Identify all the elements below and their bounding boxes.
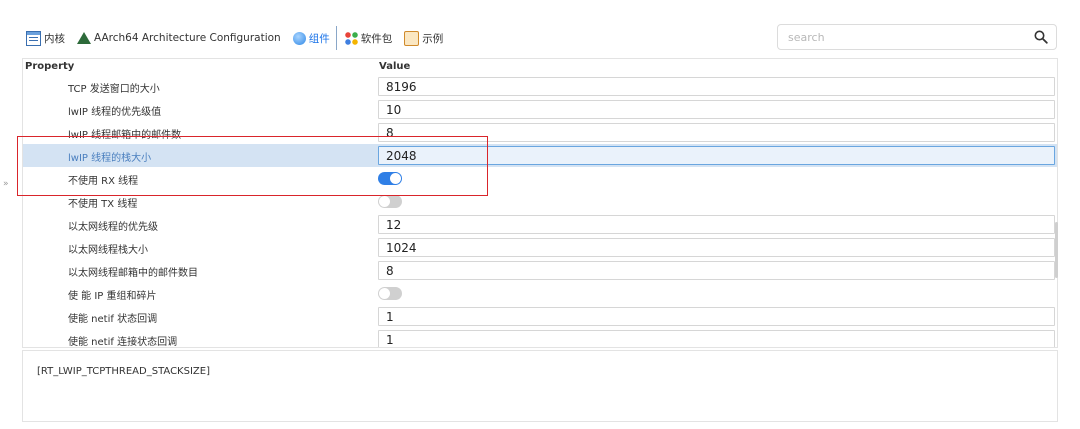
property-row[interactable]: 使 能 IP 重组和碎片: [23, 282, 1057, 305]
grid-scrollbar[interactable]: [1055, 222, 1058, 278]
header-value: Value: [379, 61, 411, 72]
property-row[interactable]: 以太网线程的优先级 12: [23, 213, 1057, 236]
property-row[interactable]: 不使用 RX 线程: [23, 167, 1057, 190]
search-icon[interactable]: [1034, 30, 1048, 44]
property-label: 以太网线程的优先级: [68, 222, 158, 233]
property-label: 不使用 RX 线程: [68, 176, 139, 187]
property-toggle[interactable]: [378, 287, 402, 300]
property-row[interactable]: 使能 netif 状态回调 1: [23, 305, 1057, 328]
property-label: lwIP 线程邮箱中的邮件数: [68, 130, 182, 141]
property-row[interactable]: 以太网线程栈大小 1024: [23, 236, 1057, 259]
property-value-field[interactable]: 8: [378, 261, 1055, 280]
property-label: 使能 netif 连接状态回调: [68, 337, 178, 348]
property-value-field[interactable]: 12: [378, 215, 1055, 234]
tab-kernel-label: 内核: [44, 32, 65, 45]
tab-aarch64-label: AArch64 Architecture Configuration: [94, 32, 281, 44]
property-grid: Property Value TCP 发送窗口的大小 8196 lwIP 线程的优先…: [22, 58, 1058, 348]
property-toggle[interactable]: [378, 195, 402, 208]
tab-aarch64[interactable]: AArch64 Architecture Configuration: [73, 26, 285, 50]
description-text: [RT_LWIP_TCPTHREAD_STACKSIZE]: [37, 366, 210, 377]
arch-icon: [77, 32, 91, 44]
component-icon: [292, 31, 306, 45]
property-label: 使 能 IP 重组和碎片: [68, 291, 157, 302]
property-value-field[interactable]: 2048: [378, 146, 1055, 165]
property-label: TCP 发送窗口的大小: [68, 84, 160, 95]
tab-kernel[interactable]: 内核: [22, 26, 69, 50]
property-row[interactable]: 不使用 TX 线程: [23, 190, 1057, 213]
property-label: 使能 netif 状态回调: [68, 314, 158, 325]
property-value-field[interactable]: 1: [378, 330, 1055, 347]
tab-components[interactable]: 组件: [289, 26, 337, 50]
property-value-field[interactable]: 1: [378, 307, 1055, 326]
tab-components-label: 组件: [308, 32, 330, 45]
tab-examples-label: 示例: [422, 32, 444, 45]
config-tab-bar: 内核 AArch64 Architecture Configuration 组件…: [22, 24, 447, 52]
collapse-handle-icon[interactable]: »: [3, 179, 8, 189]
tab-packages-label: 软件包: [360, 32, 393, 45]
property-row[interactable]: 以太网线程邮箱中的邮件数目 8: [23, 259, 1057, 282]
grid-header: Property Value: [23, 59, 1057, 75]
property-toggle[interactable]: [378, 172, 402, 185]
tab-packages[interactable]: 软件包: [341, 26, 397, 50]
property-row[interactable]: TCP 发送窗口的大小 8196: [23, 75, 1057, 98]
property-label: 以太网线程邮箱中的邮件数目: [68, 268, 198, 279]
property-rows: TCP 发送窗口的大小 8196 lwIP 线程的优先级值 10 lwIP 线程邮箱中的…: [23, 75, 1057, 348]
property-row[interactable]: 使能 netif 连接状态回调 1: [23, 328, 1057, 348]
description-panel: [RT_LWIP_TCPTHREAD_STACKSIZE]: [22, 350, 1058, 422]
property-label: lwIP 线程的栈大小: [68, 153, 152, 164]
search-box: [777, 24, 1057, 50]
property-value-field[interactable]: 10: [378, 100, 1055, 119]
property-row[interactable]: lwIP 线程的栈大小 2048: [23, 144, 1057, 167]
property-label: 以太网线程栈大小: [68, 245, 148, 256]
property-value-field[interactable]: 8: [378, 123, 1055, 142]
tab-examples[interactable]: 示例: [400, 26, 447, 50]
package-icon: [344, 31, 358, 45]
header-property: Property: [25, 61, 75, 72]
property-label: 不使用 TX 线程: [68, 199, 138, 210]
property-row[interactable]: lwIP 线程的优先级值 10: [23, 98, 1057, 121]
kernel-grid-icon: [26, 30, 41, 46]
property-value-field[interactable]: 1024: [378, 238, 1055, 257]
property-row[interactable]: lwIP 线程邮箱中的邮件数 8: [23, 121, 1057, 144]
property-label: lwIP 线程的优先级值: [68, 107, 162, 118]
search-input[interactable]: [788, 29, 1028, 45]
example-icon: [404, 30, 420, 46]
property-value-field[interactable]: 8196: [378, 77, 1055, 96]
